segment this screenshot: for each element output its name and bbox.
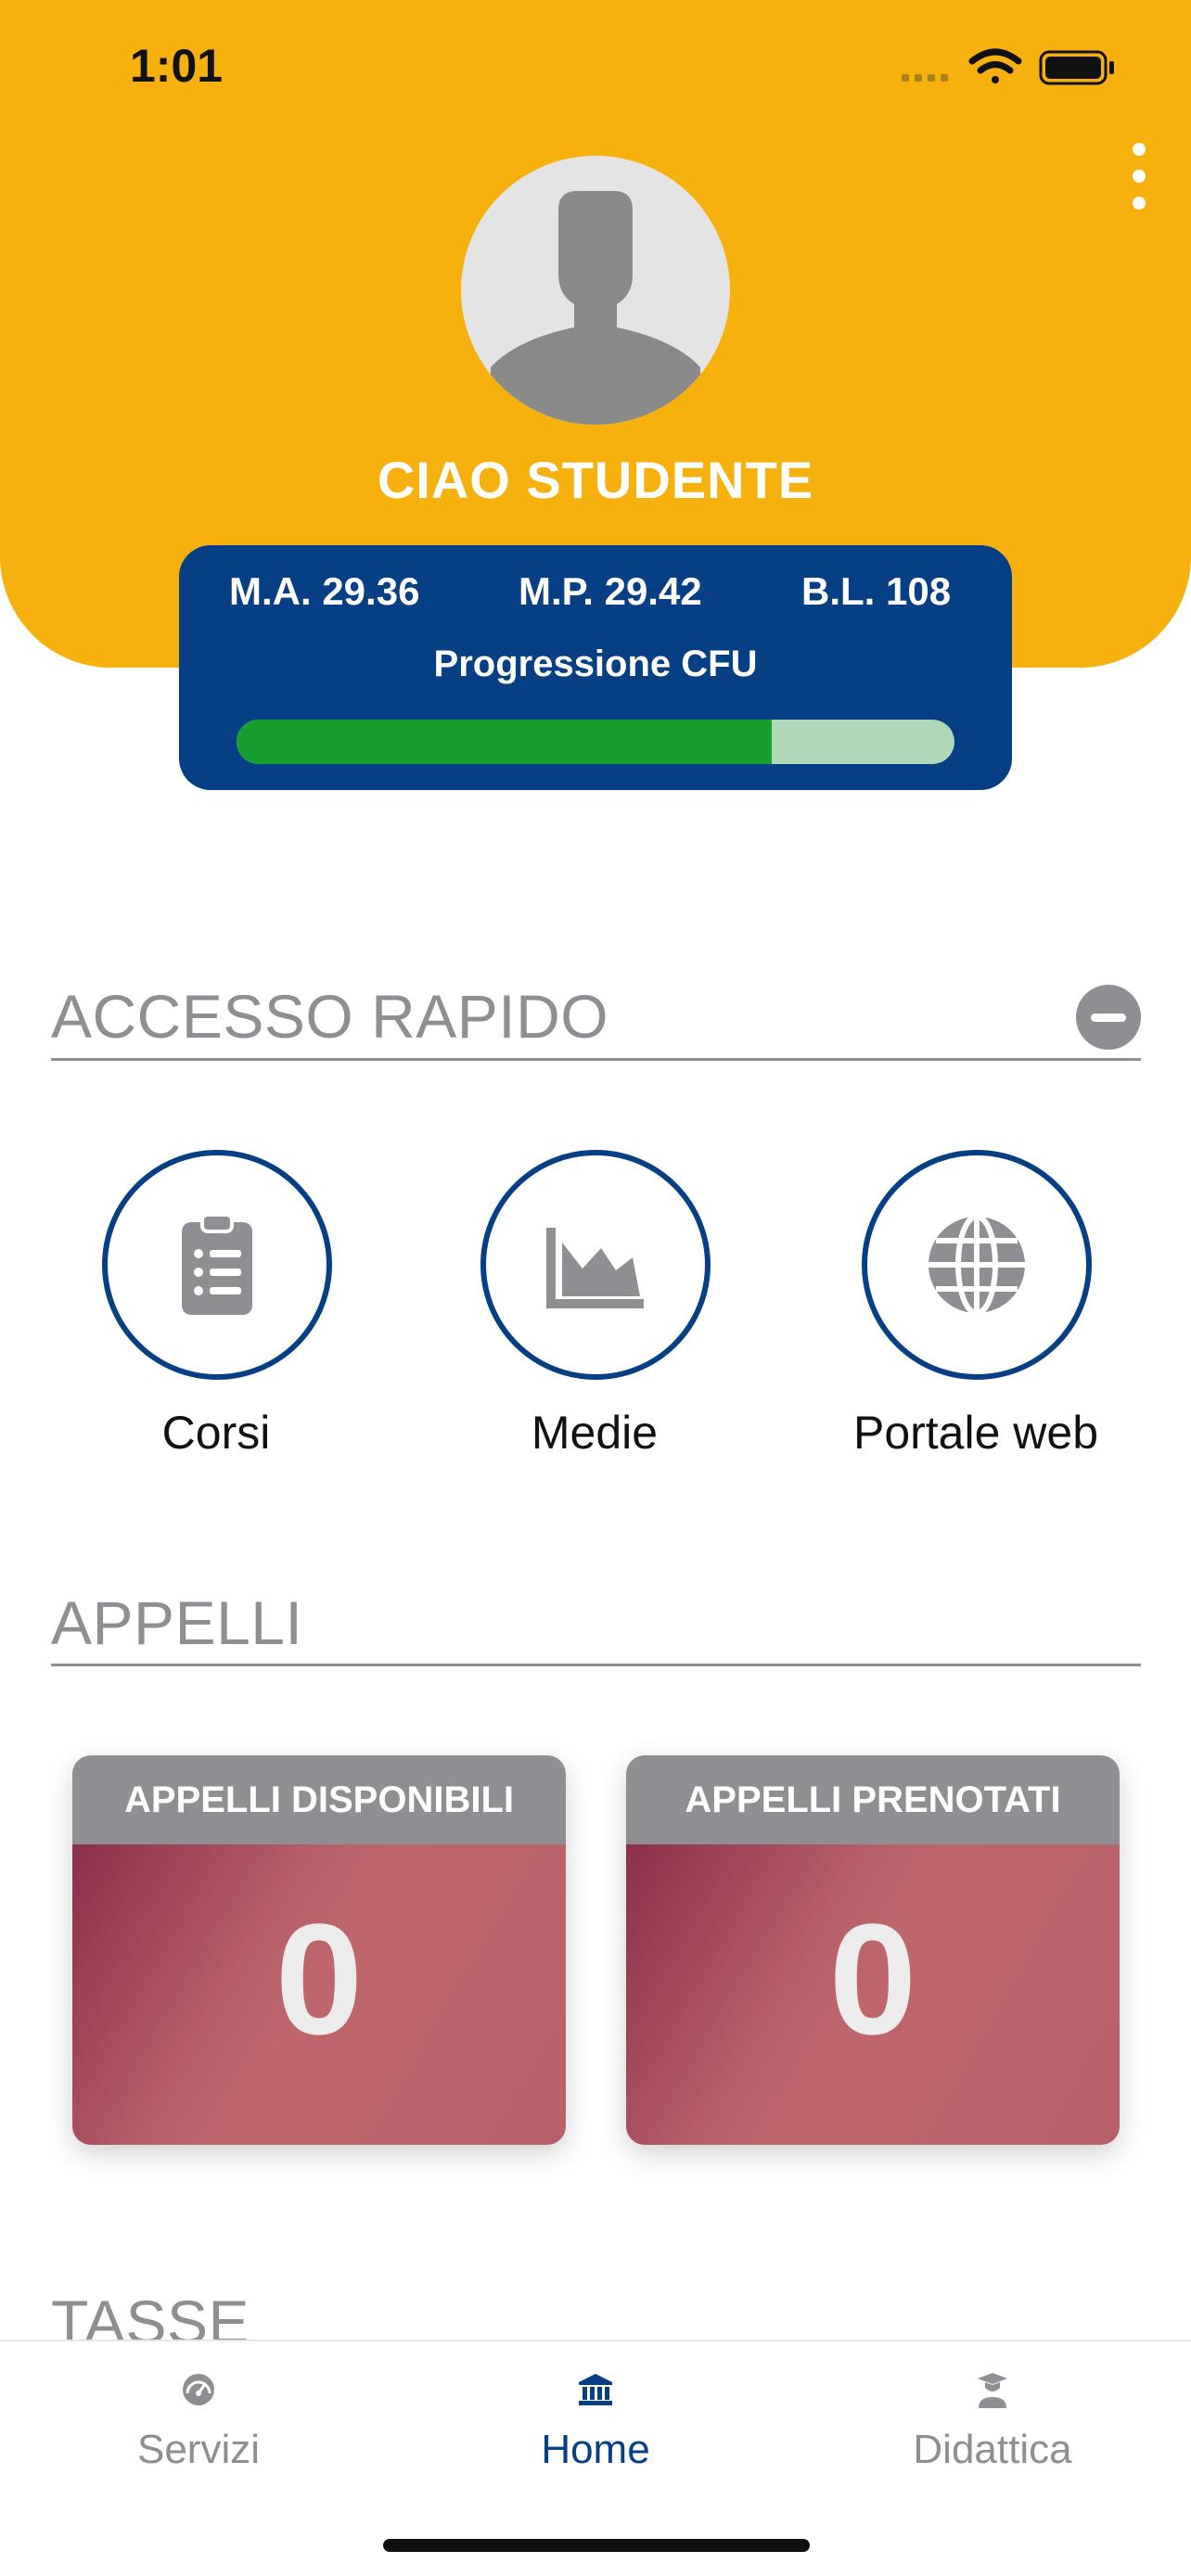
- cfu-progress-fill: [237, 720, 772, 764]
- quick-access-label: Medie: [531, 1407, 659, 1459]
- battery-icon: [1039, 50, 1114, 85]
- quick-access-medie[interactable]: Medie: [474, 1150, 715, 1484]
- tab-label: Didattica: [913, 2427, 1072, 2472]
- university-building-icon: [579, 2374, 612, 2405]
- kebab-menu-icon[interactable]: [1121, 139, 1158, 213]
- section-divider: [51, 1664, 1141, 1666]
- section-title-accesso-rapido: ACCESSO RAPIDO: [51, 982, 609, 1051]
- media-aritmetica: M.A. 29.36: [229, 569, 420, 613]
- greeting-title: CIAO STUDENTE: [377, 451, 814, 509]
- quick-access-circle: [862, 1150, 1092, 1380]
- quick-access-circle: [480, 1150, 711, 1380]
- graduate-user-icon: [978, 2373, 1007, 2408]
- cfu-progress-title: Progressione CFU: [433, 644, 758, 684]
- appelli-card-body: 0: [626, 1844, 1120, 2145]
- person-silhouette-icon: [491, 191, 700, 425]
- appelli-card-count: 0: [275, 1892, 364, 2068]
- quick-access-circle: [102, 1150, 332, 1380]
- tab-didattica[interactable]: Didattica: [853, 2360, 1132, 2472]
- tab-label: Servizi: [136, 2427, 261, 2472]
- status-icons: [902, 48, 1114, 85]
- media-ponderata: M.P. 29.42: [519, 569, 702, 613]
- quick-access-corsi[interactable]: Corsi: [96, 1150, 337, 1484]
- wifi-icon: [968, 48, 1022, 83]
- section-title-appelli: APPELLI: [51, 1588, 303, 1657]
- base-laurea: B.L. 108: [801, 569, 952, 613]
- signal-icon: [902, 74, 948, 82]
- tab-servizi[interactable]: Servizi: [59, 2360, 338, 2472]
- quick-access-label: Corsi: [161, 1407, 271, 1459]
- stats-card: M.A. 29.36 M.P. 29.42 B.L. 108 Progressi…: [179, 545, 1012, 790]
- dashboard-gauge-icon: [183, 2374, 214, 2405]
- avatar[interactable]: [461, 156, 730, 425]
- cfu-progress-bar: [237, 720, 954, 764]
- appelli-card-title: APPELLI PRENOTATI: [626, 1755, 1120, 1844]
- quick-access-portale-web[interactable]: Portale web: [853, 1150, 1098, 1484]
- status-time: 1:01: [130, 40, 224, 92]
- area-chart-icon: [546, 1228, 644, 1308]
- clipboard-list-icon: [182, 1213, 252, 1315]
- appelli-prenotati-card[interactable]: APPELLI PRENOTATI 0: [626, 1755, 1120, 2145]
- quick-access-label: Portale web: [852, 1407, 1099, 1459]
- tab-home[interactable]: Home: [456, 2360, 735, 2472]
- appelli-disponibili-card[interactable]: APPELLI DISPONIBILI 0: [72, 1755, 566, 2145]
- section-divider: [51, 1058, 1141, 1061]
- app-screen: 1:01 CIAO STUDENTE M.A. 29.36 M.P. 29.42…: [0, 0, 1191, 2576]
- appelli-card-title: APPELLI DISPONIBILI: [72, 1755, 566, 1844]
- appelli-card-count: 0: [828, 1892, 917, 2068]
- home-indicator: [383, 2539, 810, 2552]
- globe-icon: [928, 1214, 1025, 1316]
- tab-label: Home: [541, 2427, 650, 2472]
- minus-circle-icon[interactable]: [1076, 985, 1141, 1050]
- appelli-card-body: 0: [72, 1844, 566, 2145]
